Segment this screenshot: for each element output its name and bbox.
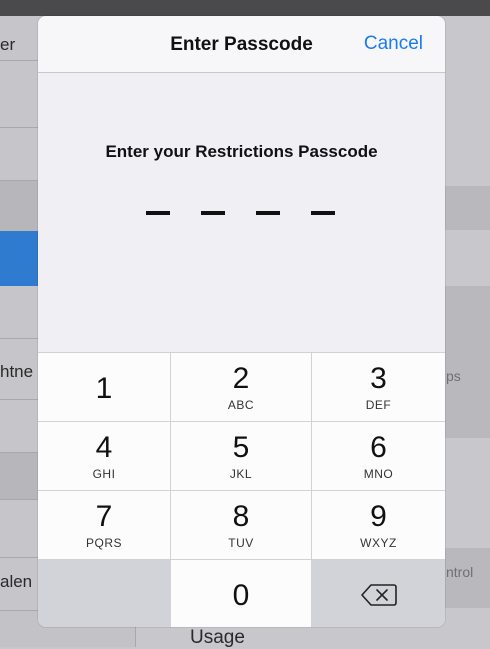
passcode-digit-placeholder (146, 211, 170, 215)
key-digit: 4 (95, 431, 113, 464)
key-digit: 9 (370, 500, 387, 533)
key-7[interactable]: 7 PQRS (38, 490, 171, 559)
key-digit: 6 (370, 431, 387, 464)
key-letters: WXYZ (360, 536, 397, 550)
background-right-block (440, 286, 490, 438)
background-right-label: ps (446, 368, 461, 384)
key-letters: ABC (227, 398, 255, 412)
backspace-button[interactable] (312, 559, 445, 627)
key-9[interactable]: 9 WXYZ (312, 490, 445, 559)
key-digit: 7 (95, 500, 113, 533)
status-bar (0, 0, 490, 16)
key-8[interactable]: 8 TUV (171, 490, 312, 559)
key-digit: 5 (232, 431, 250, 464)
background-row-label: er (0, 35, 16, 54)
key-letters: GHI (92, 467, 116, 481)
key-letters: JKL (229, 467, 253, 481)
key-digit: 1 (95, 372, 113, 405)
key-letters: DEF (365, 398, 392, 412)
passcode-prompt: Enter your Restrictions Passcode (105, 142, 378, 161)
key-letters: MNO (363, 467, 394, 481)
background-row-label: htne (0, 362, 34, 381)
key-0[interactable]: 0 (171, 559, 312, 627)
passcode-modal: Enter Passcode Cancel Enter your Restric… (38, 16, 445, 627)
key-2[interactable]: 2 ABC (171, 352, 312, 421)
key-digit: 0 (232, 579, 250, 612)
key-letters: TUV (228, 536, 254, 550)
background-right-label: ntrol (446, 564, 474, 580)
background-row-label: alen (0, 572, 33, 591)
cancel-button[interactable]: Cancel (364, 33, 423, 55)
key-3[interactable]: 3 DEF (312, 352, 445, 421)
key-4[interactable]: 4 GHI (38, 421, 171, 490)
key-letters: PQRS (85, 536, 122, 550)
key-digit: 8 (232, 500, 250, 533)
passcode-digit-placeholder (311, 211, 335, 215)
passcode-digit-placeholder (256, 211, 280, 215)
key-digit: 3 (370, 362, 387, 395)
key-1[interactable]: 1 (38, 352, 171, 421)
modal-header: Enter Passcode Cancel (38, 16, 445, 73)
passcode-entry-field[interactable] (38, 211, 445, 217)
numeric-keypad: 1 2 ABC 3 DEF 4 GHI 5 JKL 6 MNO 7 PQRS 8 (38, 352, 445, 627)
background-usage-label: Usage (190, 627, 245, 648)
backspace-icon (360, 584, 397, 606)
background-right-block (440, 186, 490, 230)
key-digit: 2 (232, 362, 250, 395)
key-5[interactable]: 5 JKL (171, 421, 312, 490)
passcode-digit-placeholder (201, 211, 225, 215)
key-blank (38, 559, 171, 627)
key-6[interactable]: 6 MNO (312, 421, 445, 490)
